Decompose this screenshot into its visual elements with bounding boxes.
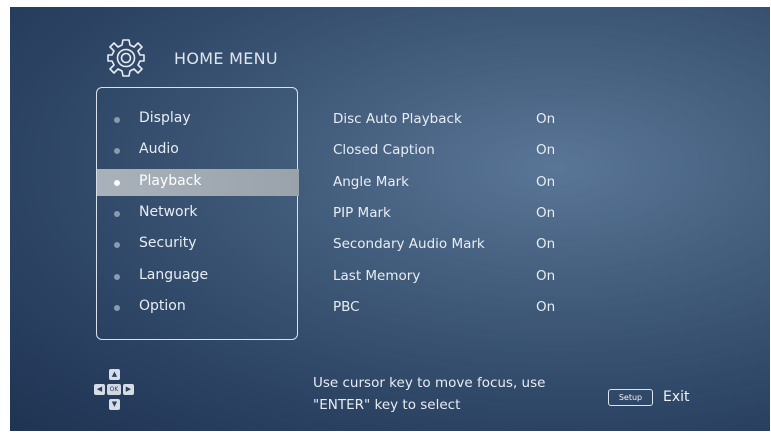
setting-name: PIP Mark (333, 205, 391, 221)
setting-row-pbc[interactable]: PBC On (333, 297, 583, 319)
setting-row-pip-mark[interactable]: PIP Mark On (333, 203, 583, 225)
setting-value: On (536, 205, 556, 221)
arrow-down-icon: ▼ (109, 399, 120, 410)
menu-item-display[interactable]: Display (97, 106, 297, 133)
exit-label: Exit (663, 389, 690, 405)
gear-icon (107, 39, 145, 77)
setting-value: On (536, 111, 556, 127)
setting-name: Secondary Audio Mark (333, 236, 485, 252)
menu-item-audio[interactable]: Audio (97, 137, 297, 164)
menu-item-playback[interactable]: Playback (97, 169, 299, 196)
setting-name: Closed Caption (333, 142, 435, 158)
bullet-icon (114, 242, 120, 248)
setting-value: On (536, 268, 556, 284)
menu-item-security[interactable]: Security (97, 231, 297, 258)
bullet-icon (114, 211, 120, 217)
menu-item-language[interactable]: Language (97, 263, 297, 290)
menu-item-label: Playback (139, 173, 202, 189)
home-menu-screen: HOME MENU Display Audio Playback Network… (10, 7, 770, 431)
menu-item-label: Security (139, 235, 197, 251)
menu-item-label: Audio (139, 141, 179, 157)
navigation-hint: Use cursor key to move focus, use "ENTER… (313, 372, 573, 416)
setting-name: Last Memory (333, 268, 421, 284)
bullet-icon (114, 305, 120, 311)
setting-row-secondary-audio-mark[interactable]: Secondary Audio Mark On (333, 234, 583, 256)
setting-row-closed-caption[interactable]: Closed Caption On (333, 140, 583, 162)
setting-value: On (536, 174, 556, 190)
menu-item-label: Option (139, 298, 186, 314)
menu-item-option[interactable]: Option (97, 294, 297, 321)
menu-item-label: Display (139, 110, 191, 126)
setting-value: On (536, 142, 556, 158)
settings-category-menu: Display Audio Playback Network Security … (96, 87, 299, 340)
setting-value: On (536, 236, 556, 252)
page-title: HOME MENU (174, 49, 278, 68)
setting-row-angle-mark[interactable]: Angle Mark On (333, 172, 583, 194)
setting-row-disc-auto-playback[interactable]: Disc Auto Playback On (333, 109, 583, 131)
arrow-up-icon: ▲ (109, 369, 120, 380)
setting-name: Disc Auto Playback (333, 111, 462, 127)
hint-line-1: Use cursor key to move focus, use (313, 375, 546, 391)
setting-value: On (536, 299, 556, 315)
menu-item-network[interactable]: Network (97, 200, 297, 227)
arrow-right-icon: ▶ (123, 384, 134, 395)
bullet-icon (114, 117, 120, 123)
setting-name: PBC (333, 299, 360, 315)
ok-key-icon: OK (107, 384, 121, 395)
menu-item-label: Network (139, 204, 198, 220)
setup-button[interactable]: Setup (608, 389, 653, 406)
dpad-icon: ▲ ◀ OK ▶ ▼ (92, 367, 144, 415)
bullet-icon (114, 148, 120, 154)
bullet-icon (114, 180, 120, 186)
hint-line-2: "ENTER" key to select (313, 397, 461, 413)
menu-item-label: Language (139, 267, 209, 283)
bullet-icon (114, 274, 120, 280)
arrow-left-icon: ◀ (94, 384, 105, 395)
setting-name: Angle Mark (333, 174, 409, 190)
setting-row-last-memory[interactable]: Last Memory On (333, 266, 583, 288)
